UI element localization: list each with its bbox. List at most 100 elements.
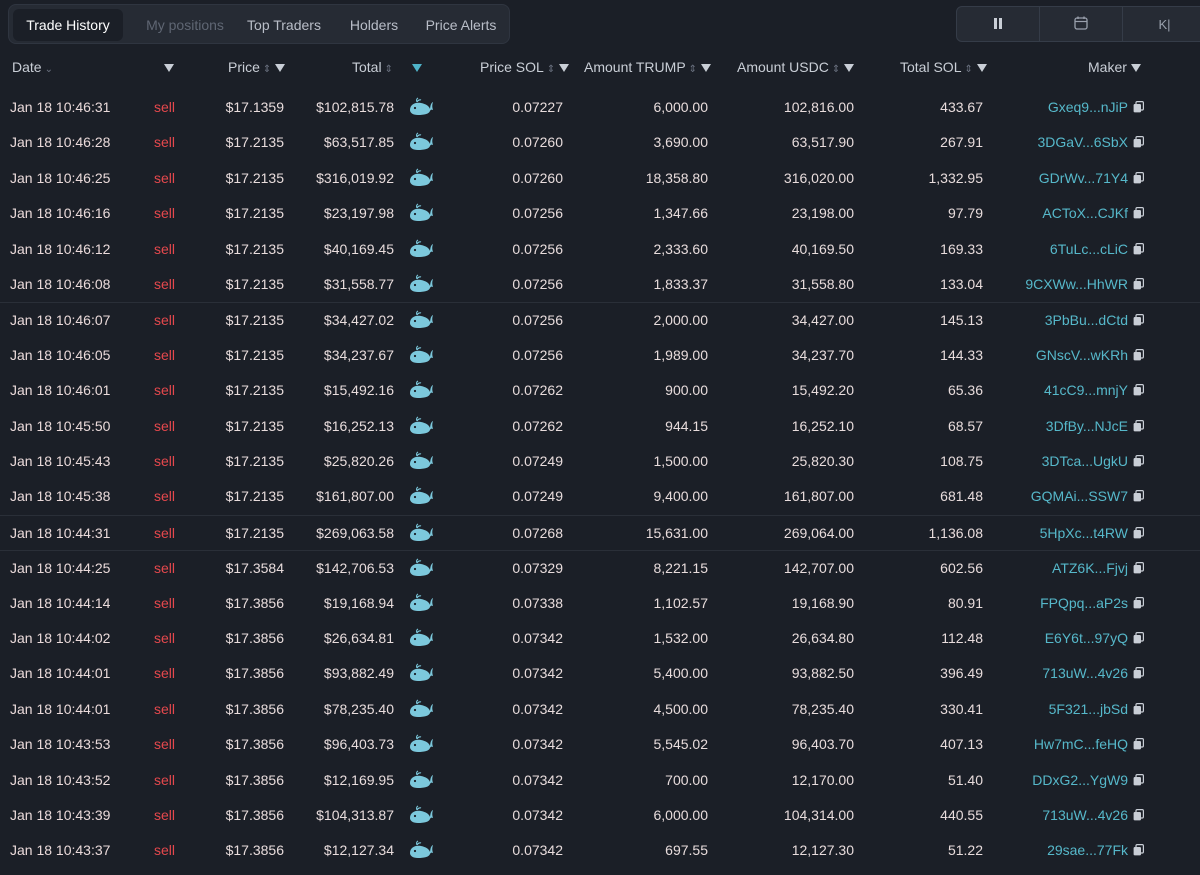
table-row[interactable]: Jan 18 10:44:02 sell $17.3856 $26,634.81 0.0… bbox=[0, 621, 1200, 656]
table-row[interactable]: Jan 18 10:46:08 sell $17.2135 $31,558.77 0.0… bbox=[0, 267, 1200, 302]
table-row[interactable]: Jan 18 10:46:12 sell $17.2135 $40,169.45 0.0… bbox=[0, 232, 1200, 267]
col-total[interactable]: Total ⇕ bbox=[352, 56, 393, 78]
table-row[interactable]: Jan 18 10:43:53 sell $17.3856 $96,403.73 0.0… bbox=[0, 727, 1200, 762]
table-row[interactable]: Jan 18 10:45:50 sell $17.2135 $16,252.13 0.0… bbox=[0, 409, 1200, 444]
copy-icon[interactable] bbox=[1133, 738, 1144, 750]
maker-link[interactable]: 3DGaV...6SbX bbox=[1000, 125, 1128, 160]
table-row[interactable]: Jan 18 10:46:07 sell $17.2135 $34,427.02 0.0… bbox=[0, 302, 1200, 338]
copy-icon[interactable] bbox=[1133, 419, 1144, 432]
maker-link[interactable]: ACToX...CJKf bbox=[1000, 196, 1128, 231]
table-row[interactable]: Jan 18 10:44:31 sell $17.2135 $269,063.58 0.… bbox=[0, 514, 1200, 551]
price-sol-cell: 0.07342 bbox=[512, 807, 563, 823]
table-row[interactable]: Jan 18 10:44:01 sell $17.3856 $93,882.49 0.0… bbox=[0, 656, 1200, 691]
copy-icon[interactable] bbox=[1133, 702, 1144, 715]
maker-link[interactable]: 713uW...4v26 bbox=[1000, 798, 1128, 833]
maker-link[interactable]: 6TuLc...cLiC bbox=[1000, 232, 1128, 267]
col-date[interactable]: Date ⌄ bbox=[12, 56, 53, 78]
tab-top-traders[interactable]: Top Traders bbox=[239, 9, 329, 41]
maker-link[interactable]: 3PbBu...dCtd bbox=[1000, 303, 1128, 338]
pause-icon bbox=[993, 17, 1003, 32]
table-row[interactable]: Jan 18 10:46:16 sell $17.2135 $23,197.98 0.0… bbox=[0, 196, 1200, 231]
copy-icon[interactable] bbox=[1133, 632, 1144, 644]
copy-icon[interactable] bbox=[1133, 348, 1144, 361]
copy-icon[interactable] bbox=[1133, 844, 1144, 856]
whale-filter-button[interactable] bbox=[408, 56, 422, 78]
maker-link[interactable]: Gxeq9...nJiP bbox=[1000, 90, 1128, 125]
amount-usdc-cell: 34,237.70 bbox=[791, 346, 854, 363]
maker-link[interactable]: 713uW...4v26 bbox=[1000, 656, 1128, 691]
copy-icon[interactable] bbox=[1133, 773, 1144, 786]
maker-link[interactable]: 3DTca...UgkU bbox=[1000, 444, 1128, 479]
amount-usdc-cell: 316,020.00 bbox=[783, 169, 854, 186]
col-price[interactable]: Price ⇕ bbox=[228, 56, 286, 78]
table-row[interactable]: Jan 18 10:44:01 sell $17.3856 $78,235.40 0.0… bbox=[0, 692, 1200, 727]
tab-price-alerts[interactable]: Price Alerts bbox=[419, 9, 503, 41]
copy-icon[interactable] bbox=[1133, 136, 1144, 148]
table-row[interactable]: Jan 18 10:46:01 sell $17.2135 $15,492.16 0.0… bbox=[0, 373, 1200, 408]
table-row[interactable]: Jan 18 10:44:14 sell $17.3856 $19,168.94 0.0… bbox=[0, 586, 1200, 621]
tab-trade-history[interactable]: Trade History bbox=[13, 9, 123, 41]
table-row[interactable]: Jan 18 10:45:43 sell $17.2135 $25,820.26 0.0… bbox=[0, 444, 1200, 479]
copy-icon[interactable] bbox=[1133, 667, 1144, 679]
price-cell: $17.2135 bbox=[225, 205, 284, 222]
date-cell: Jan 18 10:44:01 bbox=[10, 665, 111, 682]
copy-icon[interactable] bbox=[1133, 278, 1144, 290]
copy-icon[interactable] bbox=[1133, 171, 1144, 184]
copy-icon[interactable] bbox=[1133, 562, 1144, 574]
price-cell: $17.2135 bbox=[225, 382, 284, 399]
amount-usdc-cell: 15,492.20 bbox=[791, 382, 854, 399]
table-row[interactable]: Jan 18 10:44:25 sell $17.3584 $142,706.53 0.… bbox=[0, 550, 1200, 586]
maker-link[interactable]: 9CXWw...HhWR bbox=[1000, 267, 1128, 302]
copy-icon[interactable] bbox=[1133, 596, 1144, 609]
copy-icon[interactable] bbox=[1133, 101, 1144, 113]
copy-icon[interactable] bbox=[1133, 207, 1144, 219]
maker-link[interactable]: ATZ6K...Fjvj bbox=[1000, 551, 1128, 586]
date-cell: Jan 18 10:43:37 bbox=[10, 842, 111, 859]
col-amount-usdc[interactable]: Amount USDC ⇕ bbox=[737, 56, 855, 78]
copy-icon[interactable] bbox=[1133, 526, 1144, 539]
maker-link[interactable]: 5HpXc...t4RW bbox=[1000, 516, 1128, 551]
type-filter-button[interactable] bbox=[160, 56, 174, 78]
total-cell: $19,168.94 bbox=[323, 594, 394, 611]
maker-link[interactable]: 29sae...77Fk bbox=[1000, 833, 1128, 868]
maker-link[interactable]: GDrWv...71Y4 bbox=[1000, 161, 1128, 196]
maker-link[interactable]: FPQpq...aP2s bbox=[1000, 586, 1128, 621]
date-cell: Jan 18 10:45:50 bbox=[10, 417, 111, 434]
amount-usdc-cell: 142,707.00 bbox=[783, 560, 854, 577]
copy-icon[interactable] bbox=[1133, 384, 1144, 396]
table-row[interactable]: Jan 18 10:46:31 sell $17.1359 $102,815.78 0.… bbox=[0, 90, 1200, 125]
col-total-sol[interactable]: Total SOL ⇕ bbox=[900, 56, 987, 78]
table-row[interactable]: Jan 18 10:43:39 sell $17.3856 $104,313.87 0.… bbox=[0, 798, 1200, 833]
pause-button[interactable] bbox=[957, 7, 1040, 41]
col-maker[interactable]: Maker bbox=[1088, 56, 1141, 78]
maker-link[interactable]: 41cC9...mnjY bbox=[1000, 373, 1128, 408]
price-sol-cell: 0.07260 bbox=[512, 134, 563, 151]
maker-link[interactable]: 5F321...jbSd bbox=[1000, 692, 1128, 727]
maker-link[interactable]: DDxG2...YgW9 bbox=[1000, 763, 1128, 798]
k-button[interactable]: K| bbox=[1123, 7, 1200, 41]
total-sol-cell: 108.75 bbox=[940, 453, 983, 469]
maker-link[interactable]: GQMAi...SSW7 bbox=[1000, 479, 1128, 514]
copy-icon[interactable] bbox=[1133, 242, 1144, 255]
table-row[interactable]: Jan 18 10:43:52 sell $17.3856 $12,169.95 0.0… bbox=[0, 763, 1200, 798]
col-amount-trump[interactable]: Amount TRUMP ⇕ bbox=[584, 56, 712, 78]
tab-my-positions[interactable]: My positions bbox=[133, 9, 237, 41]
maker-link[interactable]: GNscV...wKRh bbox=[1000, 338, 1128, 373]
calendar-button[interactable] bbox=[1040, 7, 1123, 41]
table-row[interactable]: Jan 18 10:46:25 sell $17.2135 $316,019.92 0.… bbox=[0, 161, 1200, 196]
copy-icon[interactable] bbox=[1133, 314, 1144, 326]
tab-holders[interactable]: Holders bbox=[343, 9, 405, 41]
copy-icon[interactable] bbox=[1133, 809, 1144, 821]
copy-icon[interactable] bbox=[1133, 490, 1144, 502]
maker-link[interactable]: E6Y6t...97yQ bbox=[1000, 621, 1128, 656]
table-row[interactable]: Jan 18 10:46:05 sell $17.2135 $34,237.67 0.0… bbox=[0, 338, 1200, 373]
table-row[interactable]: Jan 18 10:45:38 sell $17.2135 $161,807.00 0.… bbox=[0, 479, 1200, 514]
copy-icon[interactable] bbox=[1133, 455, 1144, 467]
col-price-sol[interactable]: Price SOL ⇕ bbox=[480, 56, 570, 78]
table-row[interactable]: Jan 18 10:43:37 sell $17.3856 $12,127.34 0.0… bbox=[0, 833, 1200, 868]
amount-usdc-cell: 93,882.50 bbox=[791, 665, 854, 682]
total-cell: $16,252.13 bbox=[323, 417, 394, 434]
maker-link[interactable]: Hw7mC...feHQ bbox=[1000, 727, 1128, 762]
maker-link[interactable]: 3DfBy...NJcE bbox=[1000, 409, 1128, 444]
table-row[interactable]: Jan 18 10:46:28 sell $17.2135 $63,517.85 0.0… bbox=[0, 125, 1200, 160]
